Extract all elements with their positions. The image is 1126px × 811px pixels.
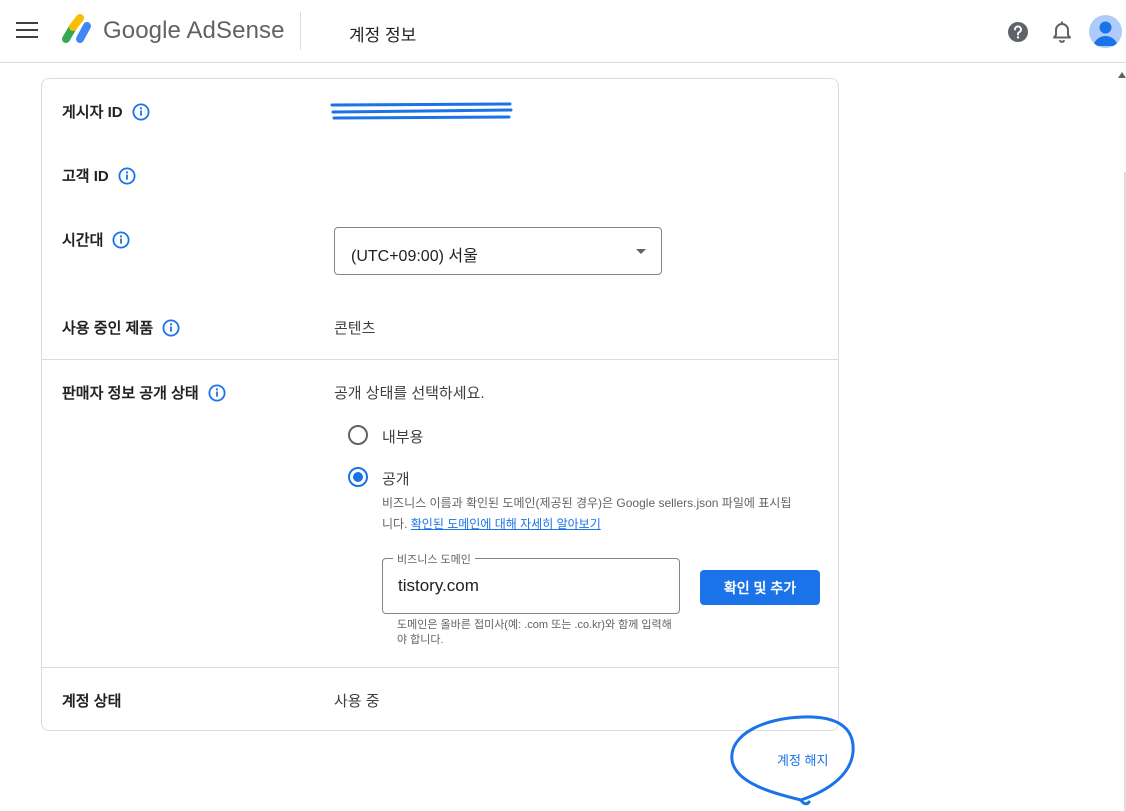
timezone-selected-value: (UTC+09:00) 서울 [351, 248, 478, 265]
close-account-link[interactable]: 계정 해지 [777, 750, 828, 769]
brand-product: AdSense [186, 17, 285, 44]
help-icon[interactable] [1007, 21, 1029, 43]
scroll-up-arrow-icon[interactable] [1118, 72, 1126, 78]
timezone-row-label: 시간대 [62, 229, 130, 250]
dropdown-arrow-icon [636, 249, 646, 254]
learn-more-link[interactable]: 확인된 도메인에 대해 자세히 알아보기 [411, 517, 601, 531]
info-icon[interactable] [118, 167, 136, 185]
account-avatar[interactable] [1089, 15, 1122, 48]
products-row-label: 사용 중인 제품 [62, 317, 180, 338]
section-divider [42, 359, 838, 360]
public-description: 비즈니스 이름과 확인된 도메인(제공된 경우)은 Google sellers… [382, 493, 792, 535]
account-status-label: 계정 상태 [62, 693, 122, 710]
info-icon[interactable] [208, 384, 226, 402]
account-info-card: 게시자 ID 고객 ID 시간대 (UTC+09:00) 서울 사용 중인 제품… [41, 78, 839, 731]
brand-google: Google [103, 17, 181, 44]
business-domain-field-label: 비즈니스 도메인 [393, 551, 475, 567]
products-label: 사용 중인 제품 [62, 320, 154, 337]
radio-internal[interactable] [348, 425, 368, 445]
customer-id-label: 고객 ID [62, 168, 109, 185]
seller-visibility-row-label: 판매자 정보 공개 상태 [62, 382, 226, 403]
page-title: 계정 정보 [349, 26, 417, 45]
info-icon[interactable] [162, 319, 180, 337]
info-icon[interactable] [132, 103, 150, 121]
business-domain-input[interactable]: 비즈니스 도메인 tistory.com [382, 551, 680, 614]
radio-public-label[interactable]: 공개 [382, 468, 410, 489]
publisher-id-label: 게시자 ID [62, 104, 123, 121]
customer-id-row-label: 고객 ID [62, 165, 136, 186]
radio-internal-label[interactable]: 내부용 [382, 426, 423, 447]
publisher-id-row-label: 게시자 ID [62, 101, 150, 122]
avatar-person-icon [1093, 21, 1118, 46]
account-status-value: 사용 중 [334, 693, 380, 710]
publisher-id-redaction-scribble [330, 102, 513, 120]
notification-bell-icon[interactable] [1051, 20, 1073, 44]
info-icon[interactable] [112, 231, 130, 249]
products-value: 콘텐츠 [334, 320, 376, 337]
brand-name: Google AdSense [103, 17, 285, 45]
header-divider [300, 12, 301, 50]
account-status-row-label: 계정 상태 [62, 690, 130, 711]
timezone-select[interactable]: (UTC+09:00) 서울 [334, 227, 662, 275]
confirm-and-add-button[interactable]: 확인 및 추가 [700, 570, 820, 605]
top-app-bar: Google AdSense 계정 정보 [0, 0, 1126, 63]
seller-visibility-prompt: 공개 상태를 선택하세요. [334, 385, 485, 402]
business-domain-value[interactable]: tistory.com [398, 576, 479, 596]
seller-visibility-label: 판매자 정보 공개 상태 [62, 385, 199, 402]
hamburger-menu-icon[interactable] [15, 22, 39, 42]
domain-hint: 도메인은 올바른 접미사(예: .com 또는 .co.kr)와 함께 입력해야… [397, 619, 672, 646]
section-divider [42, 667, 838, 668]
adsense-logo-icon [62, 14, 91, 43]
timezone-label: 시간대 [62, 232, 104, 249]
radio-public[interactable] [348, 467, 368, 487]
